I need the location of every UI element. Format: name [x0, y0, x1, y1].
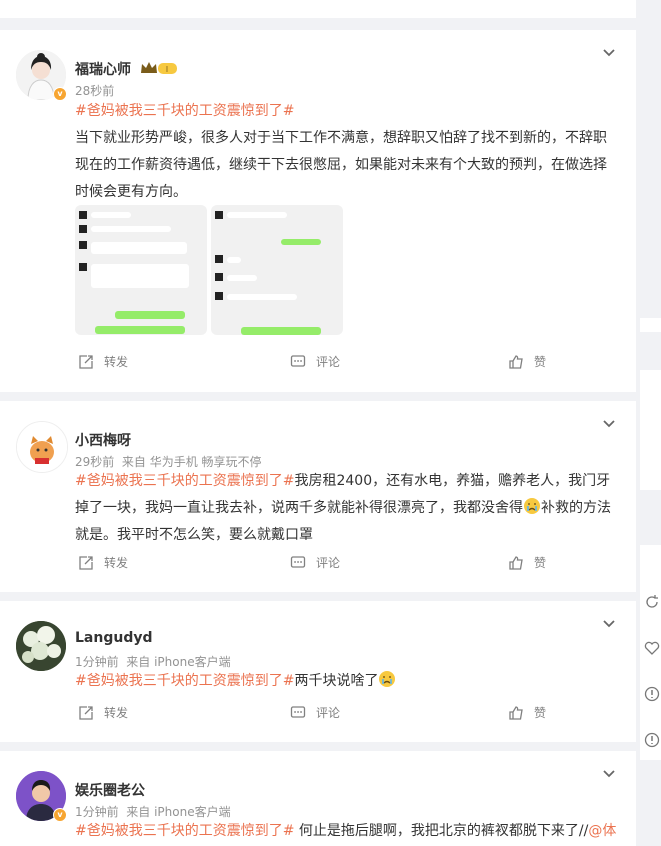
post-content: 当下就业形势严峻，很多人对于当下工作不满意，想辞职又怕辞了找不到新的，不辞职现在… [75, 130, 607, 200]
post-source: 来自 华为手机 畅享玩不停 [121, 455, 262, 469]
comment-label: 评论 [316, 355, 341, 369]
repost-icon [79, 555, 93, 570]
chevron-down-icon[interactable] [602, 48, 616, 58]
post-text: #爸妈被我三千块的工资震惊到了# 何止是拖后腿啊，我把北京的裤衩都脱下来了//@… [75, 818, 620, 845]
right-panel-edge [640, 318, 661, 332]
post-content: 两千块说啥了 [294, 673, 379, 689]
post-time[interactable]: 29秒前 [75, 455, 114, 469]
repost-label: 转发 [104, 355, 129, 369]
comment-label: 评论 [316, 706, 341, 720]
repost-icon [79, 705, 93, 720]
post-actions: 转发 评论 赞 [0, 353, 636, 383]
comment-icon [290, 354, 306, 367]
heart-icon[interactable] [644, 640, 660, 656]
mention-link[interactable]: @体 [588, 823, 616, 839]
crying-emoji-icon [524, 498, 540, 514]
post-actions: 转发 评论 赞 [0, 704, 636, 734]
repost-label: 转发 [104, 556, 129, 570]
author-name[interactable]: Langudyd [75, 630, 153, 646]
post-image-2[interactable] [211, 205, 343, 335]
comment-icon [290, 705, 306, 718]
post-card: v 娱乐圈老公 1分钟前 来自 iPhone客户端 #爸妈被我三千块的工资震惊到… [0, 751, 636, 846]
comment-button[interactable]: 评论 [290, 353, 340, 370]
verified-badge: v [53, 87, 67, 101]
thumbs-up-icon [509, 705, 523, 720]
verified-badge: v [53, 808, 67, 822]
avatar[interactable] [16, 621, 66, 671]
flowers-avatar-icon [16, 621, 66, 671]
like-label: 赞 [534, 355, 547, 369]
post-card: v 福瑞心师 I 28秒前 #爸妈被我三千块的工资震惊到了# 当下就业形势严峻，… [0, 30, 636, 392]
crying-emoji-icon [379, 671, 396, 687]
post-time[interactable]: 1分钟前 [75, 805, 119, 819]
like-button[interactable]: 赞 [508, 353, 546, 370]
repost-label: 转发 [104, 706, 129, 720]
cat-avatar-icon [17, 422, 67, 472]
comment-icon [290, 555, 306, 568]
avatar[interactable] [16, 421, 68, 473]
hashtag-link[interactable]: #爸妈被我三千块的工资震惊到了# [75, 823, 294, 839]
comment-label: 评论 [316, 556, 341, 570]
like-label: 赞 [534, 706, 547, 720]
thumbs-up-icon [509, 555, 523, 570]
like-label: 赞 [534, 556, 547, 570]
like-button[interactable]: 赞 [508, 704, 546, 721]
chevron-down-icon[interactable] [602, 619, 616, 629]
post-time[interactable]: 1分钟前 [75, 655, 119, 669]
post-card: Langudyd 1分钟前 来自 iPhone客户端 #爸妈被我三千块的工资震惊… [0, 601, 636, 742]
refresh-icon[interactable] [644, 594, 660, 610]
previous-post-actions: 1 11 279 [0, 0, 636, 18]
repost-icon [79, 354, 93, 369]
post-content: 何止是拖后腿啊，我把北京的裤衩都脱下来了// [294, 823, 589, 839]
repost-button[interactable]: 转发 [78, 704, 128, 721]
thumbs-up-icon [509, 354, 523, 369]
chevron-down-icon[interactable] [602, 769, 616, 779]
vip-crown-icon: I [141, 62, 177, 74]
svg-text:I: I [166, 65, 168, 74]
author-name[interactable]: 小西梅呀 [75, 430, 131, 450]
comment-button[interactable]: 评论 [290, 554, 340, 571]
info-icon[interactable] [644, 686, 660, 702]
post-source: 来自 iPhone客户端 [126, 805, 231, 819]
post-actions: 转发 评论 赞 [0, 554, 636, 584]
hashtag-link[interactable]: #爸妈被我三千块的工资震惊到了# [75, 473, 294, 489]
post-images [75, 205, 345, 335]
previous-post-card: 1 11 279 [0, 0, 636, 18]
post-text: #爸妈被我三千块的工资震惊到了#我房租2400，还有水电，养猫，赡养老人，我门牙… [75, 468, 620, 549]
chevron-down-icon[interactable] [602, 419, 616, 429]
post-time[interactable]: 28秒前 [75, 82, 114, 99]
info-icon-2[interactable] [644, 732, 660, 748]
post-image-1[interactable] [75, 205, 207, 335]
post-source: 来自 iPhone客户端 [126, 655, 231, 669]
repost-button[interactable]: 转发 [78, 554, 128, 571]
hashtag-link[interactable]: #爸妈被我三千块的工资震惊到了# [75, 673, 294, 689]
author-name[interactable]: 娱乐圈老公 [75, 780, 145, 800]
post-text: #爸妈被我三千块的工资震惊到了#两千块说啥了 [75, 668, 620, 695]
author-name[interactable]: 福瑞心师 [75, 59, 131, 79]
post-text: #爸妈被我三千块的工资震惊到了# 当下就业形势严峻，很多人对于当下工作不满意，想… [75, 98, 620, 206]
like-button[interactable]: 赞 [508, 554, 546, 571]
comment-button[interactable]: 评论 [290, 704, 340, 721]
hashtag-link[interactable]: #爸妈被我三千块的工资震惊到了# [75, 103, 294, 119]
post-card: 小西梅呀 29秒前 来自 华为手机 畅享玩不停 #爸妈被我三千块的工资震惊到了#… [0, 401, 636, 592]
repost-button[interactable]: 转发 [78, 353, 128, 370]
right-panel-edge [640, 370, 661, 490]
